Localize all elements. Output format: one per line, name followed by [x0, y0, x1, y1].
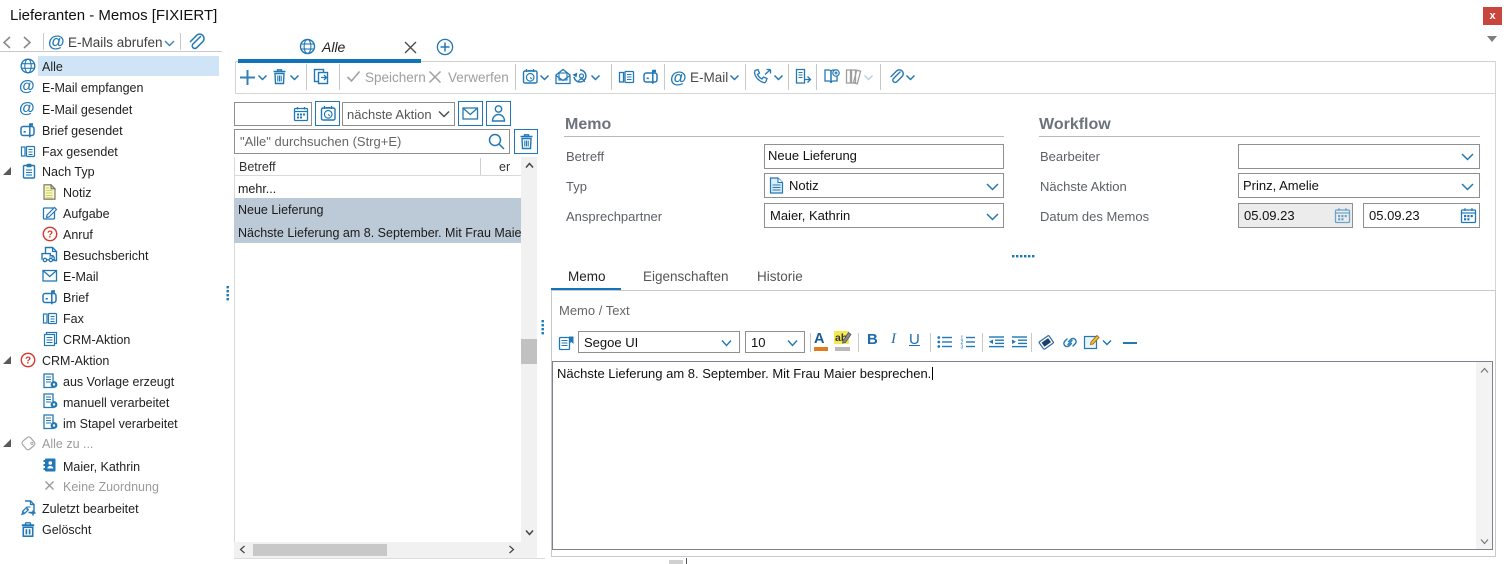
svg-text:?: ?: [25, 356, 31, 367]
svg-text:?: ?: [47, 229, 53, 240]
svg-text:3: 3: [961, 345, 964, 350]
